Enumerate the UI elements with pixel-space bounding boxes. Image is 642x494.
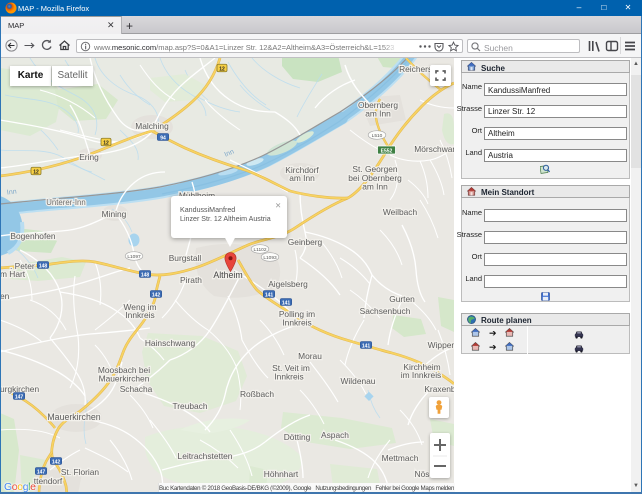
svg-text:147: 147 — [37, 469, 46, 475]
svg-text:am Inn: am Inn — [365, 109, 391, 119]
svg-text:148: 148 — [39, 263, 48, 269]
svg-text:am Inn: am Inn — [289, 173, 315, 183]
svg-text:141: 141 — [362, 343, 371, 349]
svg-text:Malching: Malching — [135, 121, 169, 131]
svg-text:147: 147 — [15, 394, 24, 400]
svg-text:Aspach: Aspach — [321, 430, 349, 440]
svg-text:en: en — [0, 291, 10, 301]
svg-text:Mauerkirchen: Mauerkirchen — [47, 412, 100, 422]
svg-text:Treubach: Treubach — [172, 401, 207, 411]
svg-text:Wippenham: Wippenham — [428, 340, 454, 350]
svg-text:L1102: L1102 — [254, 247, 267, 253]
svg-text:Sachsenbuch: Sachsenbuch — [360, 306, 411, 316]
svg-text:142: 142 — [52, 459, 61, 465]
svg-text:Morau: Morau — [298, 351, 322, 361]
svg-text:Schacha: Schacha — [120, 384, 153, 394]
svg-text:141: 141 — [282, 300, 291, 306]
svg-text:Unterer-Inn: Unterer-Inn — [46, 198, 85, 207]
svg-text:Aigelsberg: Aigelsberg — [268, 279, 308, 289]
svg-text:Wildenau: Wildenau — [341, 376, 376, 386]
svg-text:Geinberg: Geinberg — [288, 237, 323, 247]
svg-text:im Innkreis: im Innkreis — [401, 370, 442, 380]
svg-text:Pirath: Pirath — [180, 275, 202, 285]
svg-text:Ering: Ering — [79, 152, 99, 162]
svg-text:Innkreis: Innkreis — [125, 310, 154, 320]
svg-text:m Hart: m Hart — [0, 269, 26, 279]
svg-text:Dötting: Dötting — [284, 432, 311, 442]
svg-text:L510: L510 — [372, 133, 383, 139]
svg-text:12: 12 — [103, 140, 109, 146]
svg-text:E552: E552 — [381, 149, 393, 155]
svg-text:Mining: Mining — [102, 209, 127, 219]
svg-text:Leitrachstetten: Leitrachstetten — [178, 451, 233, 461]
svg-text:12: 12 — [33, 169, 39, 175]
svg-text:Hainschwang: Hainschwang — [145, 338, 196, 348]
svg-text:148: 148 — [141, 272, 150, 278]
svg-text:Mauerkirchen: Mauerkirchen — [99, 374, 150, 384]
svg-text:Kraxenberg: Kraxenberg — [424, 384, 454, 394]
svg-text:Weilbach: Weilbach — [383, 207, 418, 217]
svg-text:Roßbach: Roßbach — [240, 389, 274, 399]
svg-text:Bogenhofen: Bogenhofen — [10, 231, 56, 241]
svg-text:am Inn: am Inn — [362, 182, 388, 192]
svg-text:Nös: Nös — [415, 469, 430, 479]
svg-text:Innkreis: Innkreis — [274, 372, 303, 382]
svg-text:142: 142 — [152, 292, 161, 298]
svg-text:L1093: L1093 — [263, 255, 277, 261]
svg-text:Innkreis: Innkreis — [282, 318, 311, 328]
svg-text:L1097: L1097 — [127, 254, 141, 260]
svg-text:Mettmach: Mettmach — [382, 453, 419, 463]
svg-text:Inn: Inn — [6, 188, 17, 196]
svg-text:St. Florian: St. Florian — [61, 467, 100, 477]
svg-text:141: 141 — [265, 292, 274, 298]
svg-text:Höhnhart: Höhnhart — [264, 469, 299, 479]
svg-text:94: 94 — [160, 135, 166, 141]
svg-text:ttendorf: ttendorf — [34, 476, 63, 486]
svg-text:Gurten: Gurten — [389, 294, 415, 304]
svg-text:12: 12 — [219, 66, 225, 72]
svg-text:Burgstall: Burgstall — [169, 253, 202, 263]
